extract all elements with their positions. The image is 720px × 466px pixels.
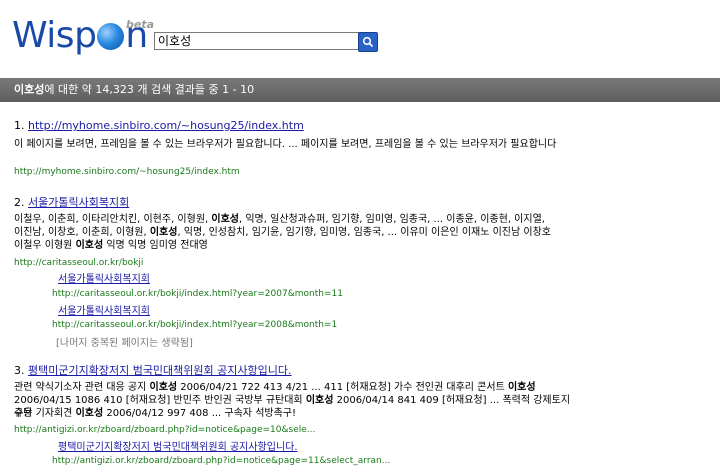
sub-result-link[interactable]: 서울가톨릭사회복지회 — [58, 274, 150, 285]
logo-globe-icon — [97, 23, 125, 50]
result-snippet: 이 페이지를 보려면, 프레임을 볼 수 있는 브라우저가 필요합니다. ...… — [14, 139, 557, 150]
result-3-title: 3. 평택미군기지확장저지 범국민대책위원회 공지사항입니다. — [14, 362, 292, 378]
search-icon — [362, 36, 374, 48]
result-1-title: 1. http://myhome.sinbiro.com/~hosung25/i… — [14, 119, 304, 132]
omitted-pages-note[interactable]: [나머지 중복된 페이지는 생략됨] — [56, 334, 193, 349]
header: Wisp n beta — [0, 0, 720, 72]
result-number: 3. — [14, 364, 25, 377]
result-number: 2. — [14, 196, 25, 209]
result-snippet-line: 이철우, 이춘희, 이타리안치킨, 이현주, 이형원, 이호성, 익명, 일산청… — [14, 214, 545, 225]
sub-result-title: 평택미군기지확장저지 범국민대책위원회 공지사항입니다. — [58, 438, 298, 453]
sub-result-url: http://caritasseoul.or.kr/bokji/index.ht… — [52, 289, 343, 299]
sub-result-url: http://caritasseoul.or.kr/bokji/index.ht… — [52, 320, 338, 330]
result-link[interactable]: 평택미군기지확장저지 범국민대책위원회 공지사항입니다. — [28, 364, 292, 377]
summary-query: 이호성 — [14, 83, 45, 96]
result-snippet-line: 이철우 이형원 이호성 익명 익명 임미영 전대영 — [14, 240, 208, 251]
result-snippet-line: 관련 약식기소자 관련 대응 공지 이호성 2006/04/21 722 413… — [14, 382, 536, 393]
result-number: 1. — [14, 119, 25, 132]
summary-text: 에 대한 약 14,323 개 검색 결과들 중 1 - 10 — [44, 83, 255, 96]
result-link[interactable]: 서울가톨릭사회복지회 — [28, 196, 129, 209]
sub-result-url: http://antigizi.or.kr/zboard/zboard.php?… — [52, 456, 391, 466]
sub-result-link[interactable]: 서울가톨릭사회복지회 — [58, 306, 150, 317]
sub-result-title: 서울가톨릭사회복지회 — [58, 302, 150, 317]
logo-text-start: Wisp — [12, 15, 97, 56]
search-input[interactable] — [154, 32, 359, 50]
result-snippet-line: 이진남, 이창호, 이춘희, 이형원, 이호성, 익명, 인성참치, 임기윤, … — [14, 227, 551, 238]
result-2-title: 2. 서울가톨릭사회복지회 — [14, 194, 129, 210]
result-url: http://antigizi.or.kr/zboard/zboard.php?… — [14, 425, 316, 435]
search-button[interactable] — [358, 32, 378, 52]
sub-result-title: 서울가톨릭사회복지회 — [58, 270, 150, 285]
beta-label: beta — [126, 18, 155, 31]
results-summary-bar: 이호성에 대한 약 14,323 개 검색 결과들 중 1 - 10 — [0, 78, 720, 102]
sub-result-link[interactable]: 평택미군기지확장저지 범국민대책위원회 공지사항입니다. — [58, 442, 298, 453]
result-snippet-line: 규탄 기자회견 이호성 2006/04/12 997 408 ... 구속자 석… — [14, 408, 296, 419]
result-link[interactable]: http://myhome.sinbiro.com/~hosung25/inde… — [28, 119, 304, 132]
result-url: http://myhome.sinbiro.com/~hosung25/inde… — [14, 167, 240, 177]
result-url: http://caritasseoul.or.kr/bokji — [14, 258, 144, 268]
